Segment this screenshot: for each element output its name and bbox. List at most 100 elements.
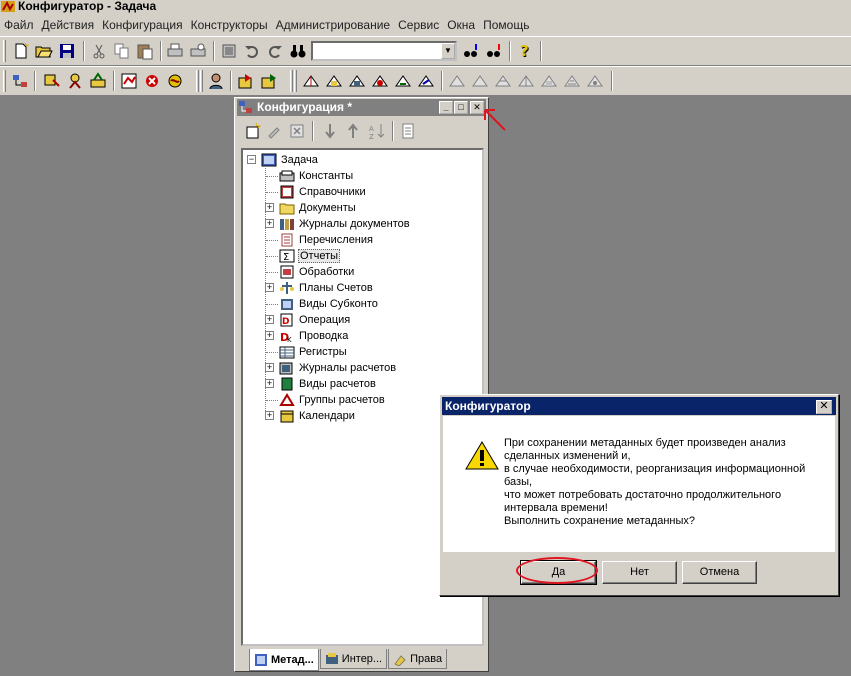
tree-item[interactable]: Константы — [279, 168, 354, 184]
message-line: сделанных изменений и, — [504, 450, 631, 462]
menu-actions[interactable]: Действия — [38, 18, 99, 32]
print-icon[interactable] — [166, 42, 184, 60]
align-top-icon[interactable] — [494, 72, 512, 90]
tree-root[interactable]: Задача — [261, 152, 319, 168]
designer-1-icon[interactable] — [43, 72, 61, 90]
tree-item[interactable]: D K Проводка — [279, 328, 349, 344]
align-left-icon[interactable] — [448, 72, 466, 90]
menu-configuration[interactable]: Конфигурация — [98, 18, 187, 32]
tree-item[interactable]: D Операция — [279, 312, 351, 328]
same-size-icon[interactable] — [540, 72, 558, 90]
designer-4-icon[interactable] — [120, 72, 138, 90]
tree-item[interactable]: Планы Счетов — [279, 280, 374, 296]
redo-icon[interactable] — [266, 42, 284, 60]
tree-item[interactable]: Календари — [279, 408, 356, 424]
help-icon[interactable]: ?? — [516, 42, 534, 60]
menu-administration[interactable]: Администрирование — [272, 18, 394, 32]
menu-designers[interactable]: Конструкторы — [187, 18, 272, 32]
binoculars-icon[interactable] — [289, 42, 307, 60]
open-folder-icon[interactable] — [35, 42, 53, 60]
description-icon[interactable] — [399, 122, 417, 140]
expand-icon[interactable]: + — [265, 411, 274, 420]
tree-item[interactable]: Справочники — [279, 184, 367, 200]
expand-icon[interactable]: + — [265, 331, 274, 340]
align-bottom-icon[interactable] — [517, 72, 535, 90]
find-next-icon[interactable] — [462, 42, 480, 60]
designer-5-icon[interactable] — [143, 72, 161, 90]
tree-item[interactable]: Обработки — [279, 264, 355, 280]
new-file-icon[interactable] — [12, 42, 30, 60]
toolbar-grip[interactable] — [290, 70, 293, 92]
tree-item[interactable]: Группы расчетов — [279, 392, 386, 408]
expand-icon[interactable]: + — [265, 203, 274, 212]
properties-icon[interactable] — [220, 42, 238, 60]
paste-icon[interactable] — [136, 42, 154, 60]
expand-icon[interactable]: + — [265, 283, 274, 292]
form-designer-2-icon[interactable] — [325, 72, 343, 90]
tab-order-icon[interactable] — [586, 72, 604, 90]
tree-item-label: Проводка — [299, 330, 349, 342]
move-down-icon[interactable] — [321, 122, 339, 140]
form-designer-6-icon[interactable] — [417, 72, 435, 90]
user-icon[interactable] — [207, 72, 225, 90]
grid-icon[interactable] — [563, 72, 581, 90]
minimize-button[interactable]: _ — [439, 101, 453, 114]
expand-icon[interactable]: + — [265, 219, 274, 228]
dialog-close-button[interactable]: ✕ — [816, 400, 832, 414]
maximize-button[interactable]: □ — [454, 101, 468, 114]
toolbar-grip[interactable] — [196, 70, 199, 92]
tree-item-label: Операция — [299, 314, 351, 326]
form-designer-5-icon[interactable] — [394, 72, 412, 90]
tree-item[interactable]: Σ Отчеты — [279, 248, 341, 264]
cancel-button[interactable]: Отмена — [682, 561, 757, 584]
menu-windows[interactable]: Окна — [443, 18, 479, 32]
tab-rights[interactable]: Права — [388, 649, 448, 669]
move-up-icon[interactable] — [344, 122, 362, 140]
config-tree-icon[interactable] — [11, 72, 29, 90]
designer-3-icon[interactable] — [89, 72, 107, 90]
tree-item[interactable]: Журналы расчетов — [279, 360, 397, 376]
no-button[interactable]: Нет — [602, 561, 677, 584]
toolbar-grip[interactable] — [3, 70, 6, 92]
menu-file[interactable]: Файл — [0, 18, 38, 32]
expand-icon[interactable]: + — [265, 363, 274, 372]
print-preview-icon[interactable] — [189, 42, 207, 60]
edit-object-icon[interactable] — [266, 122, 284, 140]
toolbar-grip[interactable] — [3, 40, 6, 62]
debugger-icon[interactable] — [260, 72, 278, 90]
undo-icon[interactable] — [243, 42, 261, 60]
dialog-titlebar[interactable]: Конфигуратор ✕ — [442, 397, 836, 415]
toolbar-grip[interactable] — [294, 70, 297, 92]
menu-service[interactable]: Сервис — [394, 18, 443, 32]
designer-2-icon[interactable] — [66, 72, 84, 90]
delete-object-icon[interactable] — [288, 122, 306, 140]
tree-item[interactable]: Виды расчетов — [279, 376, 377, 392]
cut-icon[interactable] — [90, 42, 108, 60]
sort-icon[interactable]: AZ — [368, 122, 386, 140]
expand-icon[interactable]: + — [265, 315, 274, 324]
tree-item[interactable]: Журналы документов — [279, 216, 411, 232]
tab-metadata[interactable]: Метад... — [249, 649, 319, 671]
new-object-icon[interactable] — [244, 122, 262, 140]
copy-icon[interactable] — [113, 42, 131, 60]
expand-icon[interactable]: + — [265, 379, 274, 388]
tree-item[interactable]: Виды Субконто — [279, 296, 379, 312]
form-designer-icon[interactable] — [302, 72, 320, 90]
form-designer-4-icon[interactable] — [371, 72, 389, 90]
save-icon[interactable] — [58, 42, 76, 60]
find-prev-icon[interactable] — [485, 42, 503, 60]
tree-item[interactable]: Перечисления — [279, 232, 374, 248]
toolbar-grip[interactable] — [200, 70, 203, 92]
tree-item[interactable]: Документы — [279, 200, 357, 216]
align-right-icon[interactable] — [471, 72, 489, 90]
combo-dropdown-icon[interactable]: ▼ — [441, 43, 455, 59]
tree-item[interactable]: Регистры — [279, 344, 348, 360]
collapse-icon[interactable]: − — [247, 155, 256, 164]
tab-interfaces[interactable]: Интер... — [319, 649, 388, 669]
search-combo[interactable]: ▼ — [311, 41, 457, 61]
menu-help[interactable]: Помощь — [479, 18, 533, 32]
form-designer-3-icon[interactable] — [348, 72, 366, 90]
designer-6-icon[interactable] — [166, 72, 184, 90]
configuration-window-titlebar[interactable]: Конфигурация * _ □ ✕ — [237, 99, 486, 116]
run-enterprise-icon[interactable] — [237, 72, 255, 90]
